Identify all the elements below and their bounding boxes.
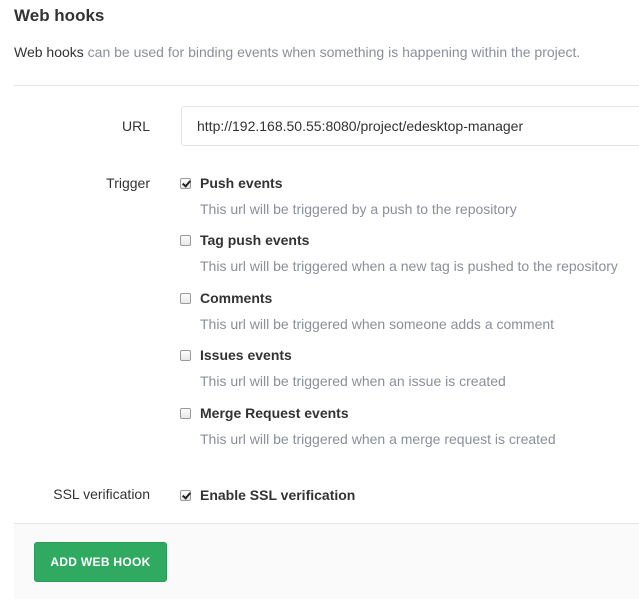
intro-rest: can be used for binding events when some…: [83, 44, 581, 60]
ssl-verification-option-label: Enable SSL verification: [200, 487, 356, 503]
ssl-verification-label: SSL verification: [53, 486, 150, 502]
merge-request-events-hint: This url will be triggered when a merge …: [200, 431, 556, 447]
push-events-checkbox[interactable]: [180, 177, 191, 189]
trigger-issues-events[interactable]: Issues events This url will be triggered…: [180, 346, 506, 389]
trigger-merge-request-events[interactable]: Merge Request events This url will be tr…: [180, 404, 556, 447]
ssl-verification-checkbox[interactable]: [180, 489, 191, 501]
issues-events-label: Issues events: [200, 347, 292, 363]
url-input[interactable]: [181, 106, 639, 146]
tag-push-events-label: Tag push events: [200, 232, 310, 248]
comments-label: Comments: [200, 290, 273, 306]
form-footer: ADD WEB HOOK: [14, 523, 639, 599]
trigger-comments[interactable]: Comments This url will be triggered when…: [180, 289, 554, 332]
trigger-tag-push-events[interactable]: Tag push events This url will be trigger…: [180, 231, 618, 274]
comments-hint: This url will be triggered when someone …: [200, 316, 555, 332]
issues-events-checkbox[interactable]: [180, 349, 191, 361]
trigger-label: Trigger: [106, 175, 150, 191]
comments-checkbox[interactable]: [180, 292, 191, 304]
push-events-label: Push events: [200, 175, 283, 191]
issues-events-hint: This url will be triggered when an issue…: [200, 373, 506, 389]
divider: [14, 85, 639, 86]
tag-push-events-hint: This url will be triggered when a new ta…: [200, 258, 618, 274]
intro-text: Web hooks can be used for binding events…: [14, 44, 580, 60]
trigger-push-events[interactable]: Push events This url will be triggered b…: [180, 174, 517, 217]
ssl-verification-option[interactable]: Enable SSL verification: [180, 486, 355, 504]
intro-strong: Web hooks: [14, 44, 84, 60]
add-web-hook-button[interactable]: ADD WEB HOOK: [34, 542, 167, 582]
merge-request-events-label: Merge Request events: [200, 405, 349, 421]
push-events-hint: This url will be triggered by a push to …: [200, 201, 517, 217]
merge-request-events-checkbox[interactable]: [180, 407, 191, 419]
tag-push-events-checkbox[interactable]: [180, 234, 191, 246]
page-title: Web hooks: [14, 6, 105, 25]
url-label: URL: [121, 118, 150, 134]
